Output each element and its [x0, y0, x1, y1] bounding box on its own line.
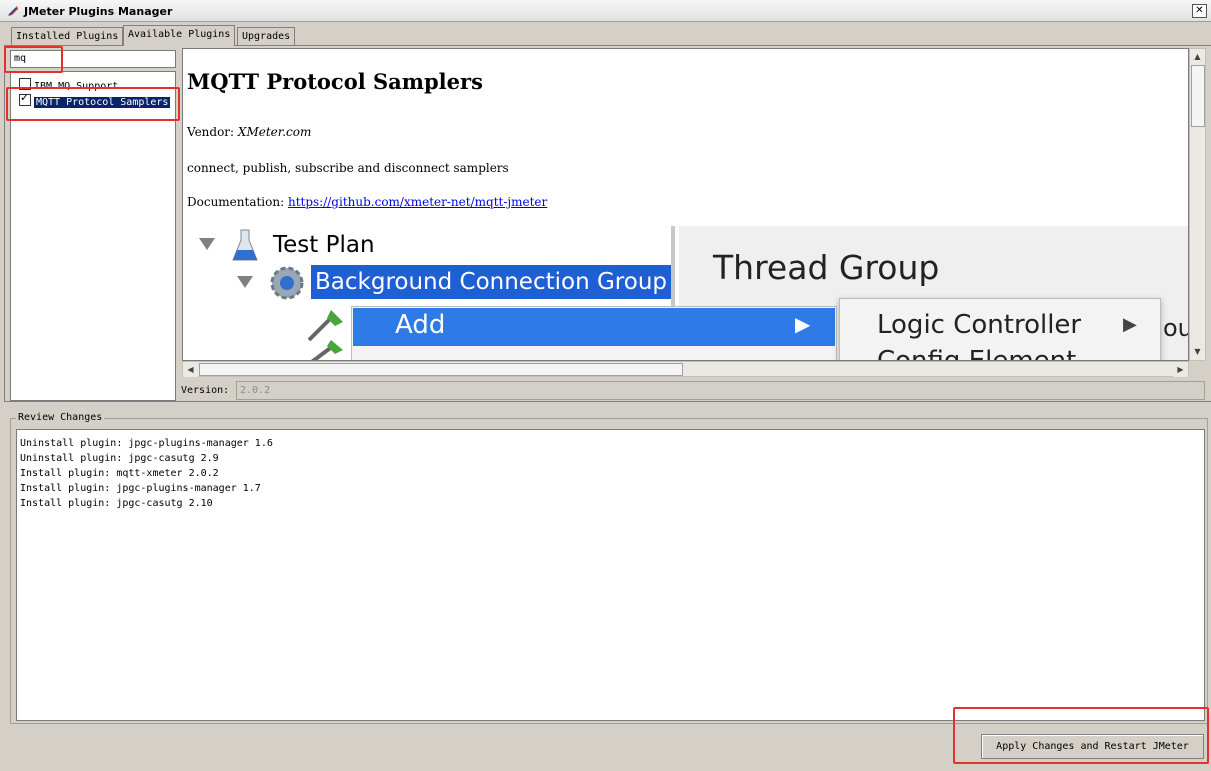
search-input[interactable]: mq — [10, 50, 176, 68]
review-line: Install plugin: mqtt-xmeter 2.0.2 — [20, 468, 219, 479]
expand-triangle-icon — [199, 238, 215, 250]
list-item[interactable]: MQTT Protocol Samplers — [19, 91, 171, 109]
plugin-list[interactable]: IBM MQ Support MQTT Protocol Samplers — [10, 71, 176, 401]
scroll-right-icon[interactable]: ▶ — [1173, 362, 1188, 377]
plugin-label: MQTT Protocol Samplers — [34, 97, 171, 108]
plugin-details: MQTT Protocol Samplers Vendor: XMeter.co… — [182, 48, 1189, 361]
vendor-line: Vendor: XMeter.com — [187, 125, 311, 139]
documentation-link[interactable]: https://github.com/xmeter-net/mqtt-jmete… — [288, 195, 547, 209]
review-line: Install plugin: jpgc-casutg 2.10 — [20, 498, 213, 509]
close-icon[interactable]: ✕ — [1192, 4, 1207, 18]
tab-installed-plugins[interactable]: Installed Plugins — [11, 27, 124, 45]
plugin-label: IBM MQ Support — [34, 81, 119, 92]
jmeter-feather-icon — [8, 6, 18, 16]
tab-upgrades[interactable]: Upgrades — [237, 27, 296, 45]
review-line: Install plugin: jpgc-plugins-manager 1.7 — [20, 483, 261, 494]
list-item[interactable]: IBM MQ Support — [19, 78, 118, 93]
vendor-name: XMeter.com — [237, 125, 312, 139]
plugin-description: connect, publish, subscribe and disconne… — [187, 161, 509, 175]
menu-add-label: Add — [395, 310, 446, 340]
review-changes-text[interactable]: Uninstall plugin: jpgc-plugins-manager 1… — [16, 429, 1205, 721]
review-changes-legend: Review Changes — [16, 412, 105, 423]
plugin-title: MQTT Protocol Samplers — [187, 69, 483, 94]
scroll-thumb[interactable] — [1191, 65, 1205, 127]
window-title: JMeter Plugins Manager — [24, 5, 173, 18]
panel-title: Thread Group — [713, 248, 940, 287]
scroll-up-icon[interactable]: ▲ — [1190, 49, 1205, 64]
embedded-screenshot: Test Plan Background Connection Group Th… — [187, 226, 1188, 360]
submenu-logic-controller[interactable]: Logic Controller — [877, 310, 1081, 340]
submenu-arrow-icon: ▶ — [795, 312, 811, 336]
version-field[interactable]: 2.0.2 — [236, 381, 1205, 400]
documentation-line: Documentation: https://github.com/xmeter… — [187, 195, 547, 209]
tree-child-label: Background Connection Group — [311, 265, 671, 299]
version-label: Version: — [181, 385, 230, 396]
partial-text: oup — [1163, 314, 1188, 342]
review-line: Uninstall plugin: jpgc-casutg 2.9 — [20, 453, 219, 464]
submenu-arrow-icon: ▶ — [1123, 314, 1137, 335]
tab-available-plugins[interactable]: Available Plugins — [123, 25, 236, 46]
tree-root-label: Test Plan — [273, 232, 375, 258]
horizontal-scrollbar[interactable]: ◀ ▶ — [182, 361, 1189, 377]
submenu-config-element[interactable]: Config Element — [877, 346, 1076, 360]
vertical-scrollbar[interactable]: ▲ ▼ — [1189, 48, 1206, 361]
dropper-icon — [311, 340, 343, 360]
flask-icon — [232, 229, 258, 261]
checkbox-checked[interactable] — [19, 91, 31, 106]
apply-changes-button[interactable]: Apply Changes and Restart JMeter — [981, 734, 1204, 759]
scroll-thumb[interactable] — [199, 363, 683, 376]
expand-triangle-icon — [237, 276, 253, 288]
vendor-label: Vendor: — [187, 125, 235, 139]
dropper-icon — [307, 310, 343, 342]
scroll-down-icon[interactable]: ▼ — [1190, 344, 1205, 359]
doc-label: Documentation: — [187, 195, 285, 209]
scroll-left-icon[interactable]: ◀ — [183, 362, 198, 377]
gear-icon — [270, 266, 304, 300]
review-line: Uninstall plugin: jpgc-plugins-manager 1… — [20, 438, 273, 449]
title-bar — [0, 0, 1211, 22]
checkbox[interactable] — [19, 78, 31, 90]
